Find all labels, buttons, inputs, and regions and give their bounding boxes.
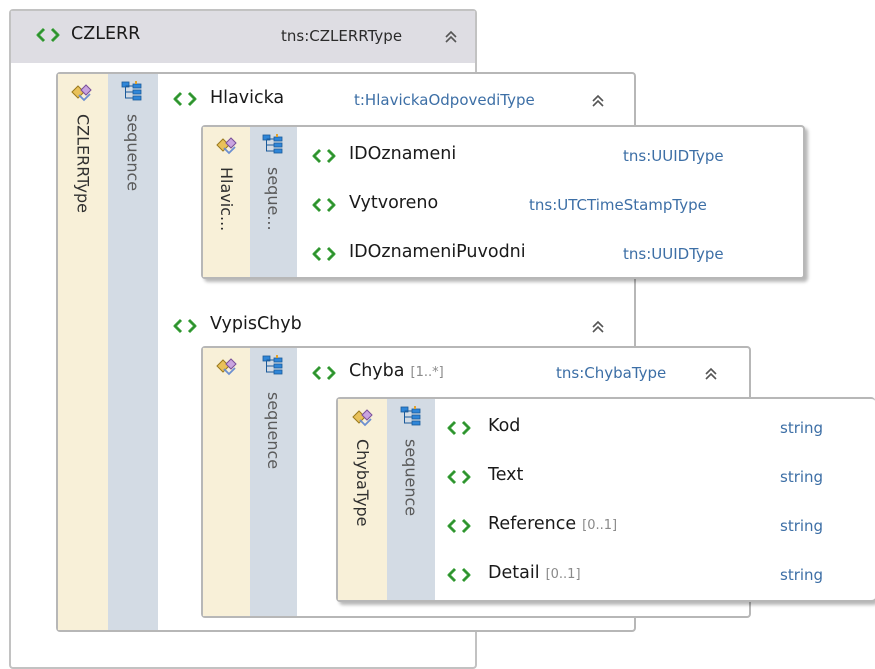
child-detail-type[interactable]: string [780,566,823,584]
element-icon [311,148,337,164]
child-kod-name[interactable]: Kod [488,416,520,436]
child-vytvoreno-type[interactable]: tns:UTCTimeStampType [529,196,707,214]
sequence-icon [400,406,422,426]
czlerr-sequence-strip[interactable]: sequence [108,74,158,630]
hlavicka-sequence-strip[interactable]: seque... [250,127,297,277]
hlavicka-type-label: Hlavic... [217,167,236,232]
czlerr-type-label: CZLERRType [73,114,93,213]
collapse-chevron-icon[interactable] [590,94,606,108]
child-kod-type[interactable]: string [780,419,823,437]
vypischyb-name[interactable]: VypisChyb [210,314,302,334]
element-icon [172,318,198,334]
child-detail-label: Detail [488,563,540,583]
element-icon [311,197,337,213]
complex-type-icon [215,356,237,376]
czlerr-sequence-label: sequence [123,114,143,192]
element-icon [311,246,337,262]
element-icon [311,365,337,381]
chyba-cardinality: [1..*] [410,365,444,380]
element-icon [172,91,198,107]
chyba-type-box: ChybaType sequence Kod string Text strin… [336,397,875,602]
sequence-icon [262,134,284,154]
element-icon [446,518,472,534]
czlerr-header[interactable]: CZLERR tns:CZLERRType [11,11,475,63]
child-text-type[interactable]: string [780,468,823,486]
child-detail-cardinality: [0..1] [545,567,581,582]
child-idoznamenipuvodni-name[interactable]: IDOznameniPuvodni [349,242,526,262]
hlavicka-name[interactable]: Hlavicka [210,88,284,108]
collapse-chevron-icon[interactable] [443,30,459,44]
collapse-chevron-icon[interactable] [703,367,719,381]
chyba-type-strip[interactable]: ChybaType [338,399,387,600]
vypischyb-sequence-label: sequence [264,392,283,470]
czlerr-type[interactable]: tns:CZLERRType [281,27,402,45]
hlavicka-type-box: Hlavic... seque... IDOznameni tns:UUIDTy… [201,125,805,279]
sequence-icon [121,81,143,101]
child-reference-name[interactable]: Reference [0..1] [488,514,617,534]
hlavicka-type-strip[interactable]: Hlavic... [203,127,250,277]
czlerr-name: CZLERR [71,24,141,44]
element-icon [35,27,61,43]
chyba-type-label: ChybaType [353,439,372,527]
chyba-sequence-label: sequence [401,439,421,517]
child-idoznameni-type[interactable]: tns:UUIDType [623,147,724,165]
complex-type-icon [215,135,237,155]
vypischyb-type-strip[interactable] [203,348,250,616]
czlerr-type-strip[interactable]: CZLERRType [58,74,108,630]
complex-type-icon [351,407,373,427]
child-reference-label: Reference [488,514,577,534]
element-icon [446,469,472,485]
hlavicka-sequence-label: seque... [264,167,283,231]
chyba-label: Chyba [349,361,405,381]
chyba-name[interactable]: Chyba [1..*] [349,361,444,381]
chyba-sequence-strip[interactable]: sequence [387,399,435,600]
collapse-chevron-icon[interactable] [590,320,606,334]
element-icon [446,420,472,436]
child-text-name[interactable]: Text [488,465,523,485]
complex-type-icon [70,82,92,102]
chyba-type[interactable]: tns:ChybaType [556,364,666,382]
element-icon [446,567,472,583]
child-vytvoreno-name[interactable]: Vytvoreno [349,193,438,213]
vypischyb-sequence-strip[interactable]: sequence [250,348,297,616]
child-detail-name[interactable]: Detail [0..1] [488,563,581,583]
child-idoznameni-name[interactable]: IDOznameni [349,144,456,164]
child-idoznamenipuvodni-type[interactable]: tns:UUIDType [623,245,724,263]
child-reference-cardinality: [0..1] [582,518,618,533]
sequence-icon [262,355,284,375]
child-reference-type[interactable]: string [780,517,823,535]
hlavicka-type[interactable]: t:HlavickaOdpovediType [354,91,535,109]
